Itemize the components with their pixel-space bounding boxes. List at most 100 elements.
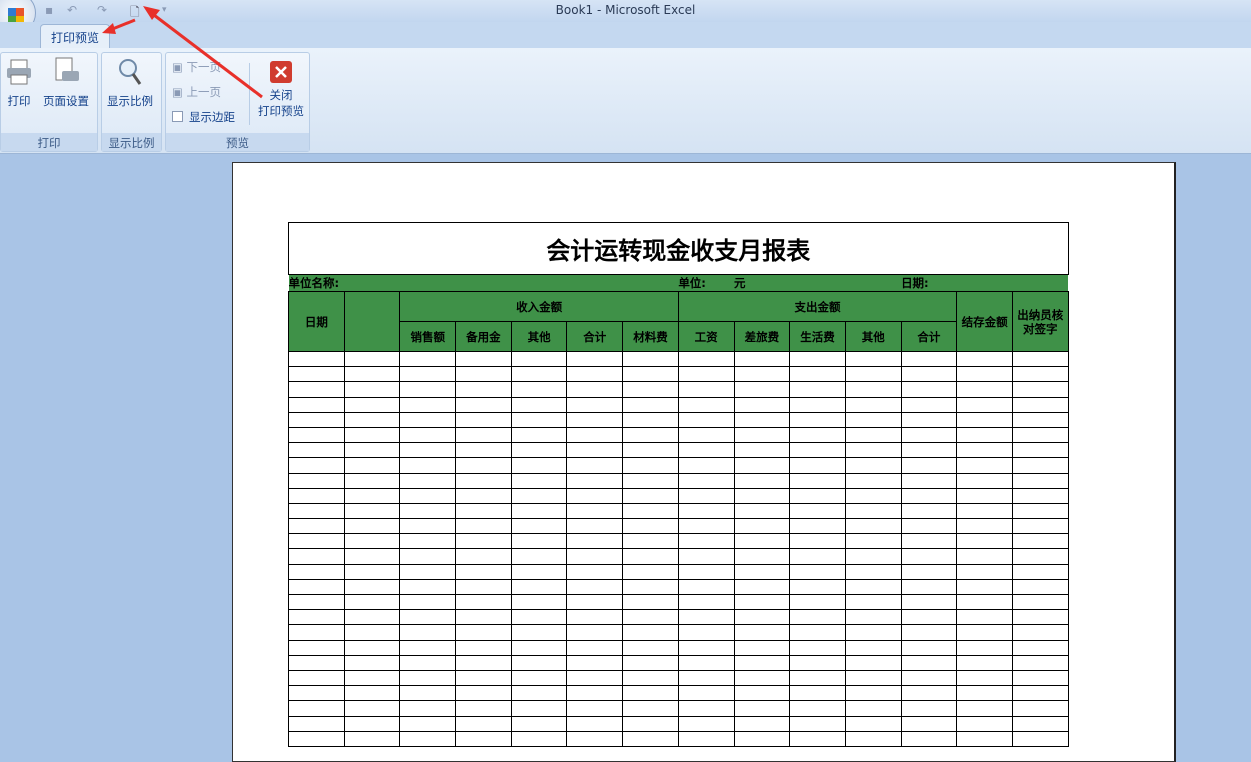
table-cell — [288, 472, 345, 489]
table-cell — [343, 563, 401, 580]
table-cell — [789, 715, 846, 732]
table-cell — [455, 350, 512, 368]
table-cell — [956, 685, 1013, 702]
table-cell — [789, 411, 846, 428]
table-cell — [622, 533, 679, 550]
table-cell — [733, 548, 791, 565]
table-cell — [288, 548, 345, 565]
table-cell — [733, 669, 791, 687]
table-cell — [288, 533, 345, 550]
table-cell — [677, 396, 735, 413]
table-cell — [733, 593, 791, 611]
table-cell — [622, 518, 679, 535]
table-row — [288, 411, 1069, 428]
show-margins-checkbox[interactable]: 显示边距 — [172, 109, 235, 125]
header-expense-col: 工资 — [677, 321, 735, 352]
table-cell — [956, 411, 1013, 428]
table-cell — [343, 502, 401, 520]
table-cell — [1011, 685, 1069, 702]
print-preview-icon[interactable]: 🗋 — [130, 3, 144, 19]
table-cell — [844, 442, 902, 459]
table-cell — [844, 502, 902, 520]
unit-label: 单位: — [678, 274, 734, 292]
table-cell — [566, 442, 624, 459]
table-cell — [900, 381, 958, 398]
table-cell — [343, 685, 401, 702]
print-button[interactable]: 打印 — [5, 57, 33, 109]
table-cell — [399, 730, 457, 747]
table-cell — [455, 639, 512, 656]
close-icon — [267, 57, 295, 87]
table-cell — [566, 457, 624, 474]
table-cell — [677, 381, 735, 398]
table-cell — [622, 411, 679, 428]
close-print-preview-button[interactable]: 关闭 打印预览 — [254, 57, 308, 119]
unit-value: 元 — [734, 274, 902, 292]
table-cell — [956, 563, 1013, 580]
table-cell — [789, 730, 846, 747]
header-expense-col: 其他 — [844, 321, 902, 352]
table-cell — [677, 730, 735, 747]
table-cell — [399, 472, 457, 489]
table-cell — [510, 654, 568, 671]
customize-qat-icon[interactable]: ▾ — [162, 5, 176, 19]
table-cell — [622, 609, 679, 626]
table-cell — [510, 487, 568, 504]
previous-page-button[interactable]: ▣ 上一页 — [172, 84, 221, 100]
table-cell — [1011, 578, 1069, 596]
table-cell — [399, 366, 457, 383]
table-cell — [566, 350, 624, 368]
table-cell — [343, 654, 401, 671]
table-cell — [900, 624, 958, 641]
table-cell — [733, 502, 791, 520]
table-cell — [900, 563, 958, 580]
table-cell — [622, 381, 679, 398]
table-cell — [789, 518, 846, 535]
table-cell — [956, 624, 1013, 641]
table-cell — [455, 654, 512, 671]
table-cell — [288, 411, 345, 428]
next-page-button[interactable]: ▣ 下一页 — [172, 59, 221, 75]
table-cell — [510, 366, 568, 383]
table-cell — [956, 730, 1013, 747]
table-cell — [1011, 548, 1069, 565]
table-cell — [343, 396, 401, 413]
table-cell — [288, 669, 345, 687]
redo-icon[interactable]: ↷ — [97, 3, 111, 17]
table-cell — [566, 533, 624, 550]
table-cell — [956, 715, 1013, 732]
table-row — [288, 639, 1069, 656]
table-row — [288, 366, 1069, 383]
table-cell — [399, 533, 457, 550]
divider — [249, 63, 250, 125]
table-row — [288, 548, 1069, 565]
table-cell — [510, 548, 568, 565]
table-cell — [956, 457, 1013, 474]
tab-print-preview[interactable]: 打印预览 — [40, 24, 110, 49]
table-cell — [844, 426, 902, 444]
table-row — [288, 700, 1069, 717]
page-setup-button[interactable]: 页面设置 — [43, 57, 89, 109]
undo-icon[interactable]: ↶ — [67, 3, 81, 17]
group-zoom: 显示比例 显示比例 — [101, 52, 162, 152]
zoom-button[interactable]: 显示比例 — [107, 57, 153, 109]
table-cell — [789, 669, 846, 687]
table-cell — [900, 350, 958, 368]
table-cell — [789, 457, 846, 474]
table-cell — [956, 669, 1013, 687]
table-cell — [733, 396, 791, 413]
table-cell — [510, 396, 568, 413]
table-cell — [677, 593, 735, 611]
save-icon[interactable]: ▪ — [45, 3, 59, 17]
table-cell — [733, 350, 791, 368]
table-cell — [343, 669, 401, 687]
table-cell — [399, 457, 457, 474]
print-label: 打印 — [7, 94, 31, 108]
table-cell — [566, 624, 624, 641]
table-cell — [844, 350, 902, 368]
table-cell — [844, 366, 902, 383]
table-cell — [343, 426, 401, 444]
table-cell — [1011, 639, 1069, 656]
next-page-icon: ▣ — [172, 60, 187, 74]
table-cell — [677, 578, 735, 596]
